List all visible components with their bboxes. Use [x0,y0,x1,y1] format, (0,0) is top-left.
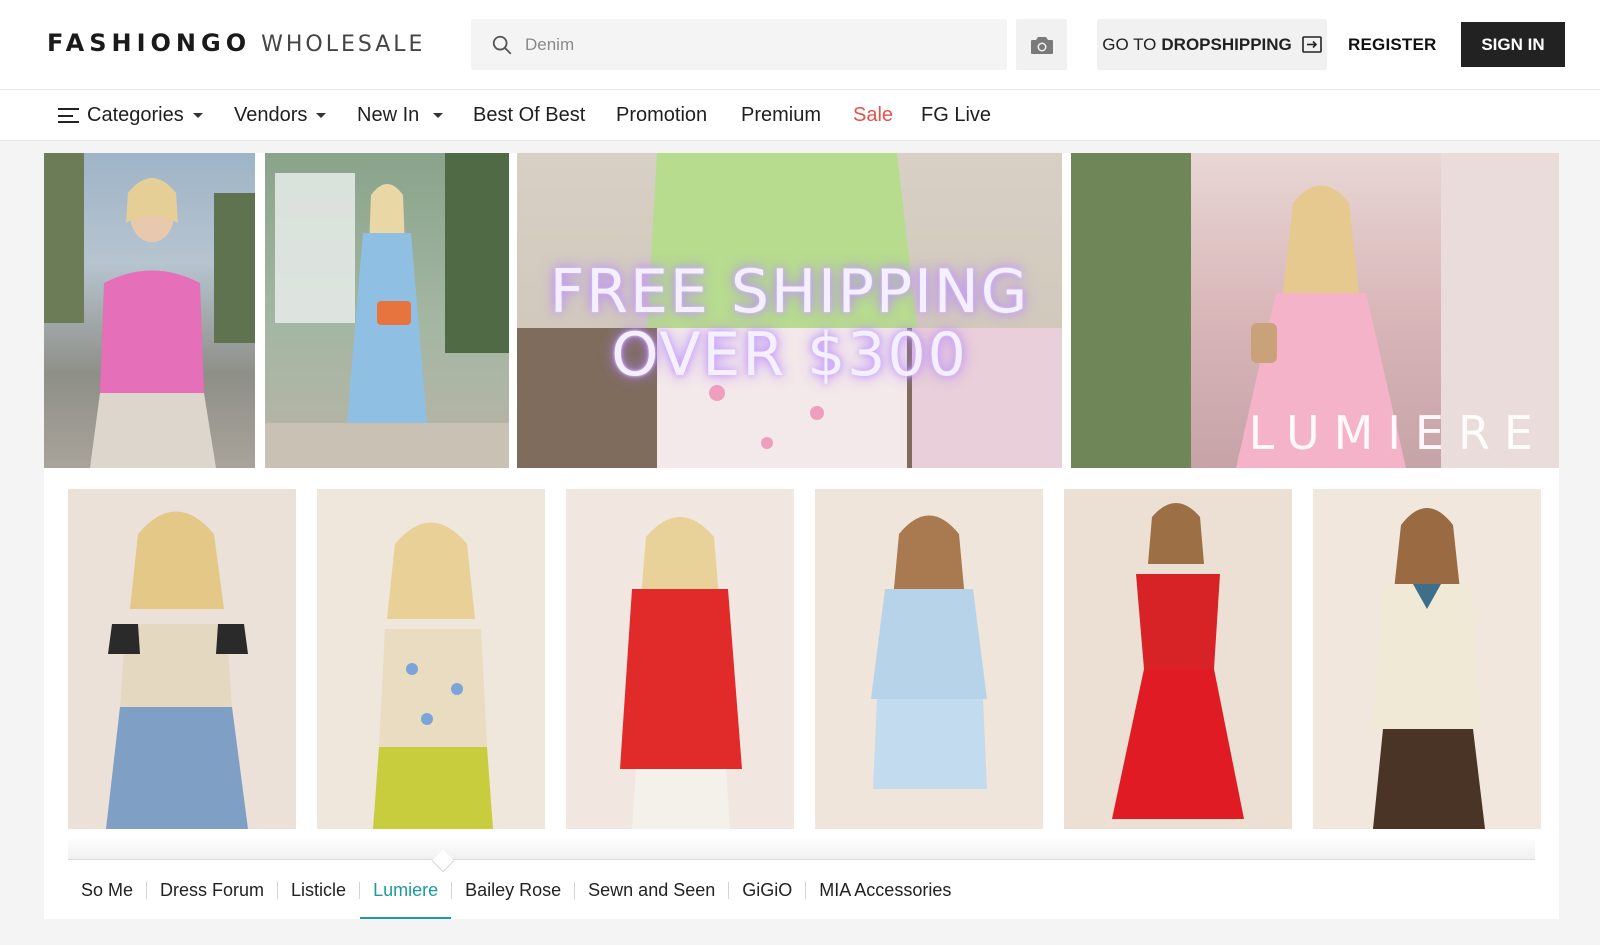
camera-search-button[interactable] [1016,19,1067,70]
nav-label: Premium [741,104,822,126]
hero-photo-pink-halter [44,153,255,468]
nav-fg-live[interactable]: FG Live [921,90,991,141]
dropship-label: DROPSHIPPING [1161,34,1292,54]
product-card[interactable] [1064,489,1292,829]
product-grid [68,489,1541,829]
tab-listicle[interactable]: Listicle [278,861,359,919]
tab-bailey-rose[interactable]: Bailey Rose [452,861,574,919]
brand-watermark: LUMIERE [1248,406,1547,460]
product-card[interactable] [815,489,1043,829]
nav-label: Categories [87,104,184,126]
product-card[interactable] [317,489,545,829]
camera-icon [1030,36,1053,54]
search-input[interactable] [525,34,985,55]
promo-line-2: OVER $300 [611,320,968,390]
dropship-prefix: GO TO [1102,34,1157,54]
vendor-tabs: So Me Dress Forum Listicle Lumiere Baile… [68,861,1535,919]
nav-best-of-best[interactable]: Best Of Best [473,90,585,141]
nav-categories[interactable]: Categories [58,90,203,141]
main-nav: Categories Vendors New In Best Of Best P… [0,90,1600,141]
logo[interactable]: FASHIONGO WHOLESALE [47,29,425,57]
hero-banner[interactable]: FREE SHIPPING OVER $300 LUMIERE [44,153,1559,468]
nav-label: Vendors [234,104,308,126]
register-button[interactable]: REGISTER [1348,19,1437,70]
site-header: FASHIONGO WHOLESALE GO TO DROPSHIPPING R… [0,0,1600,90]
tab-gigio[interactable]: GiGiO [729,861,805,919]
external-link-icon [1301,36,1322,53]
nav-vendors[interactable]: Vendors [234,90,327,141]
chevron-down-icon [316,113,327,118]
nav-premium[interactable]: Premium [741,90,821,141]
search-bar[interactable] [471,19,1007,70]
tab-divider [68,837,1535,860]
nav-sale[interactable]: Sale [853,90,893,141]
chevron-down-icon [192,113,203,118]
go-to-dropshipping-button[interactable]: GO TO DROPSHIPPING [1097,19,1327,70]
promo-text: FREE SHIPPING OVER $300 [517,261,1062,387]
nav-promotion[interactable]: Promotion [616,90,707,141]
nav-label: Promotion [616,104,708,126]
tab-lumiere[interactable]: Lumiere [360,861,452,919]
logo-brand: FASHIONGO [47,29,252,57]
product-card[interactable] [1313,489,1541,829]
tab-dress-forum[interactable]: Dress Forum [147,861,277,919]
sign-in-button[interactable]: SIGN IN [1461,22,1565,67]
hero-promo-free-shipping[interactable]: FREE SHIPPING OVER $300 [517,153,1062,468]
promo-line-1: FREE SHIPPING [549,257,1030,327]
nav-label: Best Of Best [473,104,586,126]
menu-icon [58,108,79,123]
hero-photo-blue-dress [265,153,509,468]
vendor-showcase: FREE SHIPPING OVER $300 LUMIERE So Me Dr… [44,153,1559,919]
tab-sewn-and-seen[interactable]: Sewn and Seen [575,861,728,919]
product-card[interactable] [68,489,296,829]
tab-so-me[interactable]: So Me [68,861,146,919]
search-icon [492,35,512,54]
product-card[interactable] [566,489,794,829]
nav-label: New In [357,104,420,126]
nav-label: FG Live [921,104,992,126]
nav-new-in[interactable]: New In [357,90,444,141]
chevron-down-icon [433,113,444,118]
hero-photo-pink-dress: LUMIERE [1071,153,1559,468]
logo-sub: WHOLESALE [261,32,426,57]
tab-mia-accessories[interactable]: MIA Accessories [806,861,964,919]
nav-label: Sale [853,104,894,126]
